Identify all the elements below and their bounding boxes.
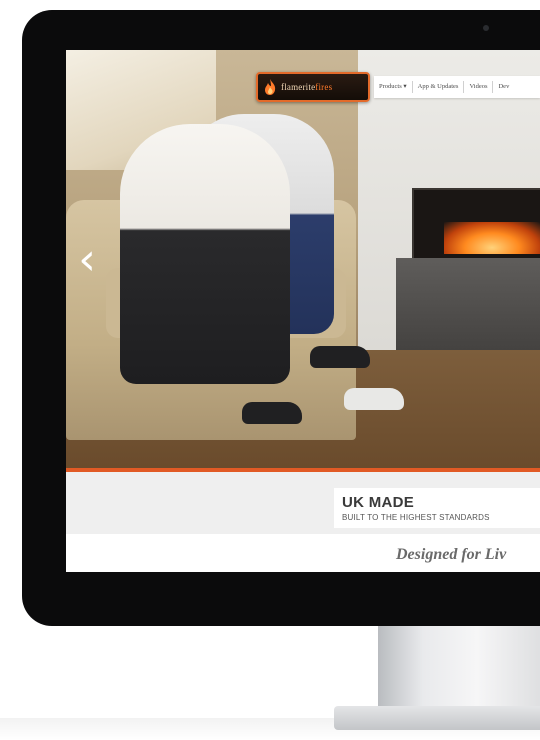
hero-person-woman [120, 124, 290, 384]
brand-logo[interactable]: flameritefires [256, 72, 370, 102]
fireplace-flame [444, 222, 540, 254]
monitor-screen: ‹ flameritefires Products ▾ App & Update… [66, 50, 540, 572]
camera-icon [483, 25, 489, 31]
hero-shoe [310, 346, 370, 368]
monitor-stand-base [334, 706, 540, 730]
nav-item-videos[interactable]: Videos [464, 81, 494, 93]
nav-item-app-updates[interactable]: App & Updates [413, 81, 465, 93]
below-hero-content: UK MADE BUILT TO THE HIGHEST STANDARDS D… [66, 472, 540, 572]
flame-icon [265, 79, 276, 95]
nav-item-products[interactable]: Products ▾ [374, 81, 413, 93]
hero-shoe [242, 402, 302, 424]
main-nav: Products ▾ App & Updates Videos Dev [374, 76, 540, 98]
usp-title: UK MADE [342, 494, 415, 511]
hero-slider: ‹ flameritefires Products ▾ App & Update… [66, 50, 540, 468]
brand-logo-text: flameritefires [281, 82, 333, 92]
monitor-stand [378, 618, 540, 718]
fireplace-base [396, 258, 540, 354]
usp-subtitle: BUILT TO THE HIGHEST STANDARDS [342, 513, 490, 522]
slider-prev-button[interactable]: ‹ [76, 238, 98, 282]
hero-shoe [344, 388, 404, 410]
tagline: Designed for Liv [396, 546, 507, 563]
nav-item-dev[interactable]: Dev [493, 81, 514, 93]
